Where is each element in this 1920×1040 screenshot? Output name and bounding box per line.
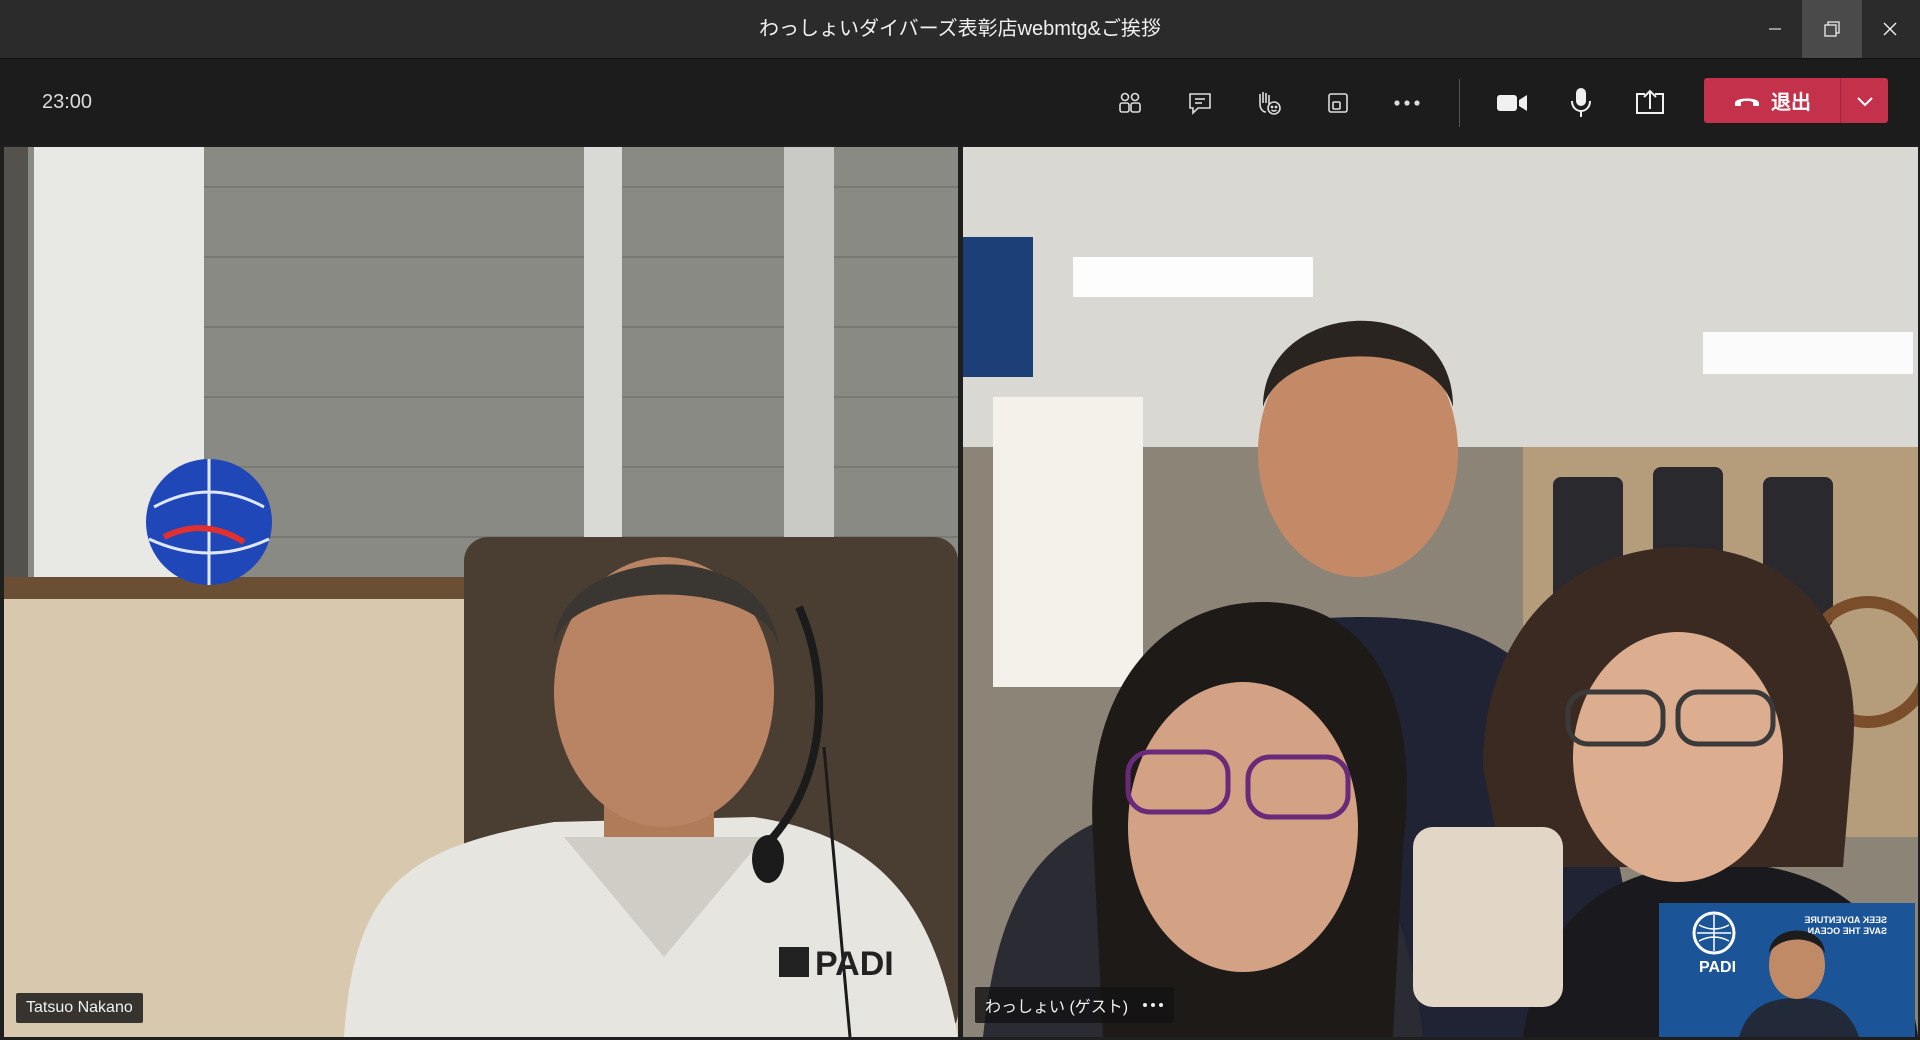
self-view-feed: PADI SEEK ADVENTURE SAVE THE OCEAN — [1659, 903, 1915, 1037]
title-bar: わっしょいダイバーズ表彰店webmtg&ご挨拶 — [0, 0, 1920, 59]
participant-name: Tatsuo Nakano — [26, 999, 133, 1016]
breakout-rooms-button[interactable] — [1316, 81, 1360, 125]
more-options-icon[interactable] — [1142, 1002, 1164, 1008]
more-actions-button[interactable] — [1385, 81, 1429, 125]
participant-video: PADI — [4, 147, 958, 1037]
show-participants-button[interactable] — [1108, 81, 1152, 125]
chevron-down-icon — [1856, 96, 1873, 106]
participant-name-tag: Tatsuo Nakano — [16, 993, 143, 1023]
selfview-text-2: SAVE THE OCEAN — [1808, 926, 1887, 936]
hang-up-icon — [1735, 98, 1759, 106]
selfview-text-1: SEEK ADVENTURE — [1804, 915, 1887, 925]
selfview-seal: PADI — [1699, 959, 1736, 976]
restore-button[interactable] — [1802, 0, 1862, 58]
raise-hand-button[interactable] — [1247, 81, 1291, 125]
leave-options-button[interactable] — [1841, 78, 1888, 123]
video-tile-tatsuo-nakano[interactable]: PADI Tatsuo Nakano — [4, 147, 958, 1037]
participant-name-tag: わっしょい (ゲスト) — [975, 987, 1175, 1023]
participant-name: わっしょい (ゲスト) — [985, 999, 1129, 1016]
minimize-button[interactable] — [1745, 0, 1805, 58]
close-window-button[interactable] — [1860, 0, 1920, 58]
self-view-video[interactable]: PADI SEEK ADVENTURE SAVE THE OCEAN — [1659, 903, 1915, 1037]
share-screen-button[interactable] — [1628, 81, 1672, 125]
meeting-toolbar: 23:00 退出 — [0, 59, 1920, 145]
camera-toggle-button[interactable] — [1490, 81, 1534, 125]
raise-hand-icon — [1259, 92, 1281, 115]
window-title: わっしょいダイバーズ表彰店webmtg&ご挨拶 — [759, 18, 1161, 40]
more-actions-icon — [1394, 100, 1420, 106]
restore-icon — [1824, 21, 1840, 37]
toolbar-divider — [1459, 79, 1460, 127]
close-icon — [1883, 22, 1897, 36]
breakout-rooms-icon — [1328, 93, 1348, 113]
leave-button-label: 退出 — [1771, 92, 1811, 114]
leave-button-group: 退出 — [1704, 78, 1888, 123]
microphone-icon — [1571, 88, 1591, 117]
microphone-toggle-button[interactable] — [1559, 81, 1603, 125]
leave-button[interactable]: 退出 — [1704, 78, 1840, 123]
camera-icon — [1497, 95, 1527, 111]
svg-text:PADI: PADI — [815, 945, 894, 983]
show-conversation-button[interactable] — [1178, 81, 1222, 125]
people-icon — [1119, 92, 1141, 113]
chat-icon — [1189, 93, 1211, 115]
share-screen-icon — [1636, 89, 1664, 114]
minimize-icon — [1769, 28, 1781, 30]
meeting-timer: 23:00 — [42, 91, 93, 113]
